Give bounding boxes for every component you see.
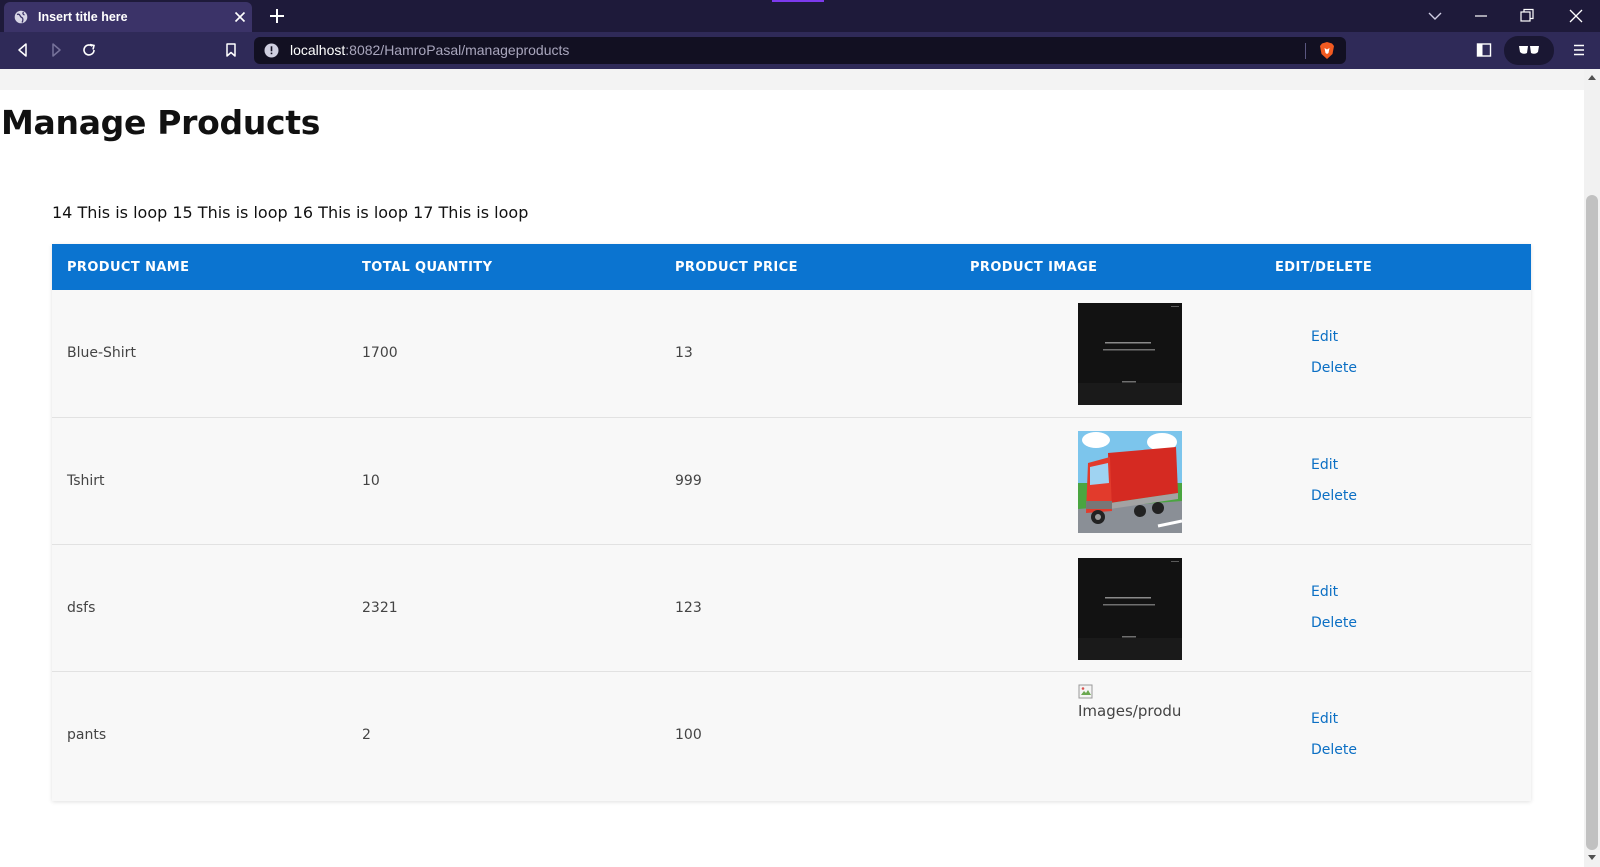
scrollbar-thumb[interactable]	[1586, 195, 1598, 850]
tab-title: Insert title here	[38, 10, 128, 24]
brave-shields-icon[interactable]	[1319, 41, 1335, 60]
header-edit-delete: EDIT/DELETE	[1275, 260, 1373, 275]
product-price: 123	[675, 600, 702, 616]
edit-link[interactable]: Edit	[1311, 584, 1338, 600]
image-alt-text: Images/produ	[1078, 702, 1182, 720]
edit-link[interactable]: Edit	[1311, 711, 1338, 727]
minimize-icon[interactable]	[1471, 6, 1491, 26]
url-divider	[1305, 43, 1306, 59]
back-icon[interactable]	[14, 41, 32, 59]
vertical-scrollbar[interactable]	[1584, 69, 1600, 867]
product-price: 13	[675, 345, 693, 361]
product-quantity: 2321	[362, 600, 398, 616]
products-table: PRODUCT NAME TOTAL QUANTITY PRODUCT PRIC…	[52, 244, 1531, 801]
site-info-icon[interactable]	[264, 43, 279, 58]
url-host: localhost	[290, 42, 346, 58]
scroll-up-arrow-icon[interactable]	[1588, 75, 1596, 80]
product-image	[1078, 303, 1182, 405]
sidebar-toggle-icon[interactable]	[1475, 41, 1493, 59]
browser-tab-bar: Insert title here	[0, 0, 1600, 32]
table-row: Tshirt 10 999 Edit Delete	[52, 417, 1531, 544]
delete-link[interactable]: Delete	[1311, 360, 1357, 376]
delete-link[interactable]: Delete	[1311, 742, 1357, 758]
product-quantity: 10	[362, 473, 380, 489]
header-total-quantity: TOTAL QUANTITY	[362, 260, 493, 275]
wallet-icon	[1519, 46, 1539, 54]
header-product-name: PRODUCT NAME	[67, 260, 190, 275]
delete-link[interactable]: Delete	[1311, 615, 1357, 631]
address-bar[interactable]: localhost:8082/HamroPasal/manageproducts	[254, 37, 1346, 64]
product-name: Blue-Shirt	[67, 345, 136, 361]
restore-icon[interactable]	[1517, 6, 1537, 26]
product-image	[1078, 431, 1182, 533]
table-header: PRODUCT NAME TOTAL QUANTITY PRODUCT PRIC…	[52, 244, 1531, 290]
globe-icon	[14, 10, 28, 24]
edit-link[interactable]: Edit	[1311, 457, 1338, 473]
scroll-down-arrow-icon[interactable]	[1588, 855, 1596, 860]
wallet-button[interactable]	[1504, 36, 1554, 65]
product-price: 100	[675, 727, 702, 743]
product-quantity: 1700	[362, 345, 398, 361]
new-tab-icon[interactable]	[268, 7, 286, 25]
broken-product-image: Images/produ	[1078, 684, 1188, 724]
product-image	[1078, 558, 1182, 660]
product-name: pants	[67, 727, 107, 743]
close-window-icon[interactable]	[1566, 6, 1586, 26]
header-product-price: PRODUCT PRICE	[675, 260, 798, 275]
reload-icon[interactable]	[80, 41, 98, 59]
product-name: Tshirt	[67, 473, 105, 489]
page-title: Manage Products	[1, 103, 321, 142]
table-row: Blue-Shirt 1700 13 Edit Delete	[52, 290, 1531, 417]
product-price: 999	[675, 473, 702, 489]
edit-link[interactable]: Edit	[1311, 329, 1338, 345]
tab-search-chevron-icon[interactable]	[1425, 6, 1445, 26]
page-viewport: Manage Products 14 This is loop 15 This …	[0, 69, 1584, 867]
page-top-strip	[0, 69, 1584, 90]
bookmark-icon[interactable]	[222, 41, 240, 59]
menu-icon[interactable]	[1570, 41, 1588, 59]
browser-toolbar: localhost:8082/HamroPasal/manageproducts	[0, 32, 1600, 69]
url-path: :8082/HamroPasal/manageproducts	[345, 42, 570, 58]
header-product-image: PRODUCT IMAGE	[970, 260, 1098, 275]
close-tab-icon[interactable]	[232, 9, 248, 25]
loop-debug-text: 14 This is loop 15 This is loop 16 This …	[52, 203, 529, 222]
table-row: dsfs 2321 123 Edit Delete	[52, 544, 1531, 671]
product-quantity: 2	[362, 727, 371, 743]
product-name: dsfs	[67, 600, 96, 616]
broken-image-icon	[1078, 684, 1093, 699]
browser-tab[interactable]: Insert title here	[4, 2, 252, 32]
tab-strip-accent	[772, 0, 824, 2]
table-row: pants 2 100 Images/produ Edit Delete	[52, 671, 1531, 798]
delete-link[interactable]: Delete	[1311, 488, 1357, 504]
url-text[interactable]: localhost:8082/HamroPasal/manageproducts	[290, 42, 569, 58]
forward-icon[interactable]	[47, 41, 65, 59]
